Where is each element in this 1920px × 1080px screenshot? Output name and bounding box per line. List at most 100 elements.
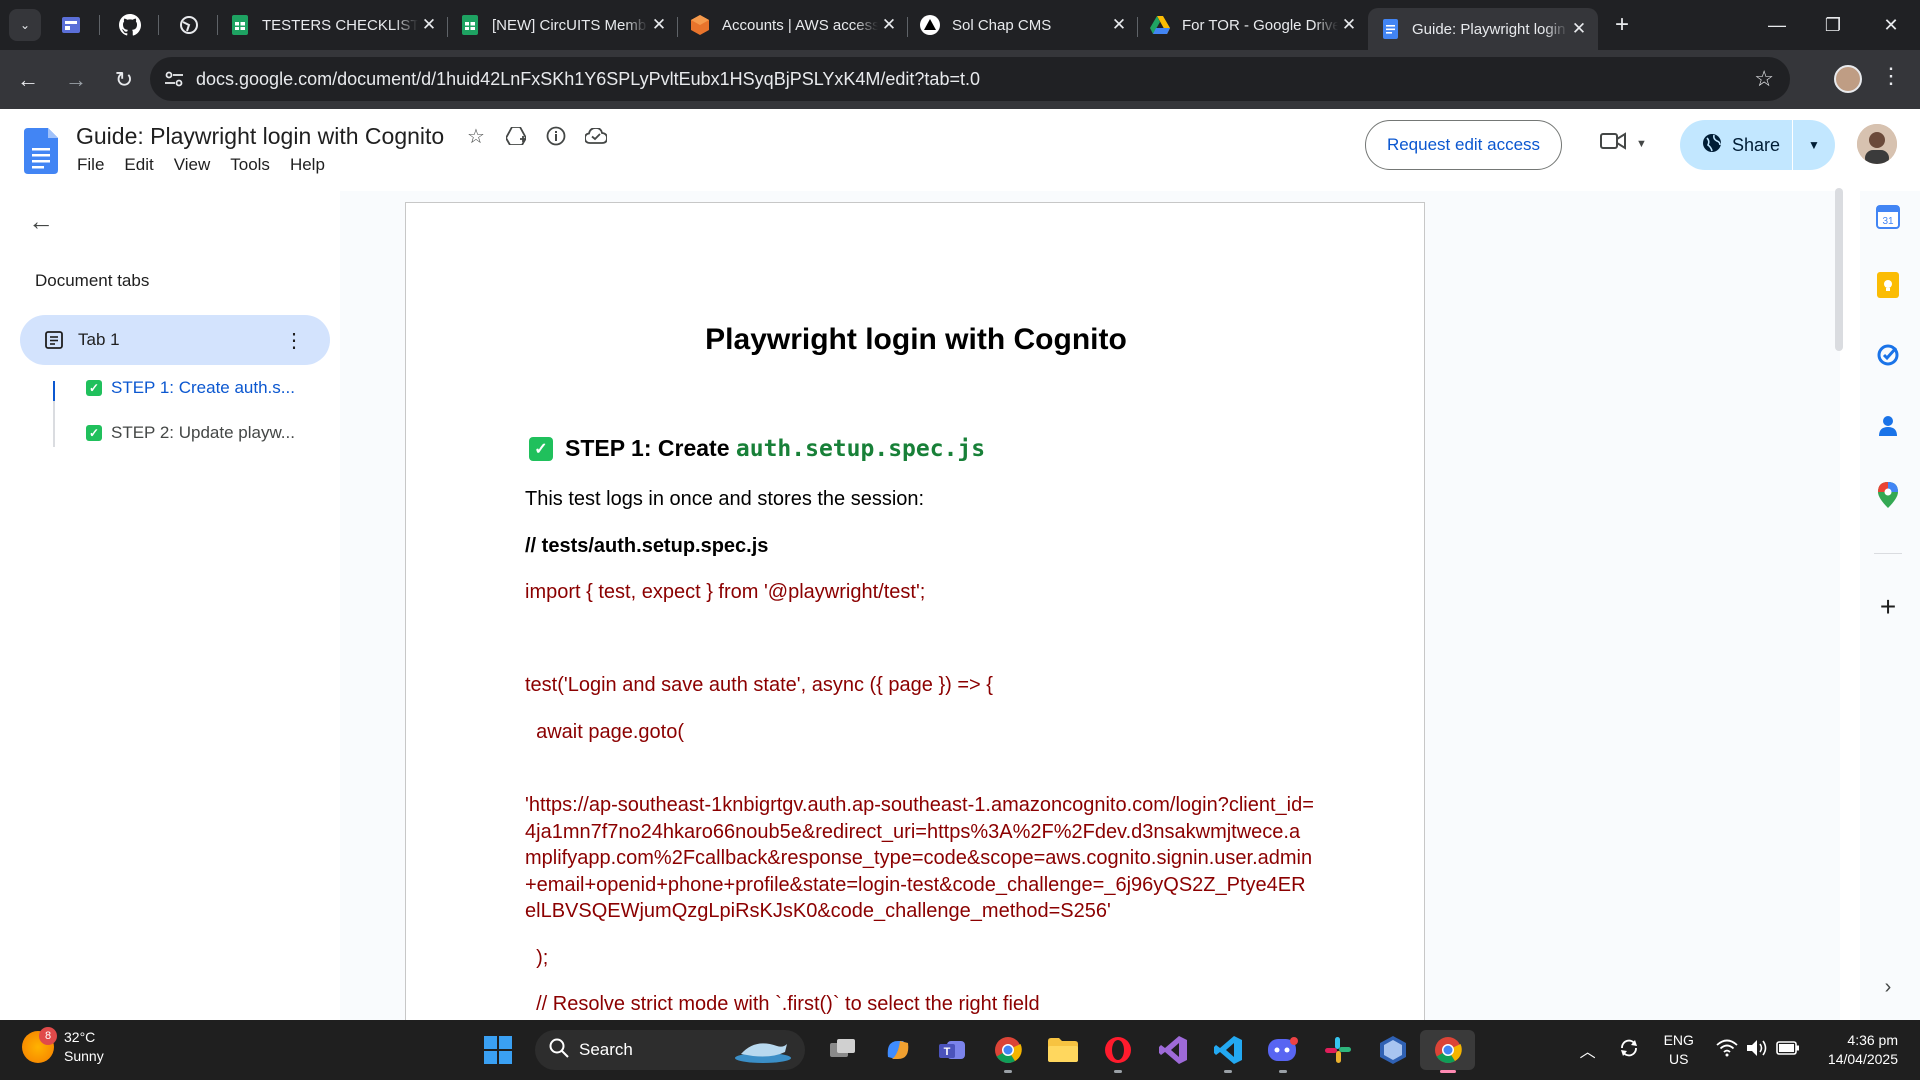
start-button[interactable] <box>470 1030 525 1070</box>
more-vert-icon[interactable]: ⋮ <box>1880 63 1902 89</box>
chrome-active-icon[interactable] <box>1420 1030 1475 1073</box>
docs-logo-icon[interactable] <box>24 128 58 179</box>
task-view-icon[interactable] <box>815 1030 870 1070</box>
share-main[interactable]: Share <box>1680 120 1793 170</box>
vertical-scrollbar[interactable] <box>1835 188 1843 351</box>
tab-search-button[interactable]: ⌄ <box>9 9 41 41</box>
info-icon[interactable] <box>545 125 567 147</box>
outline-item-step1[interactable]: ✓ STEP 1: Create auth.s... <box>86 378 295 398</box>
opera-icon[interactable] <box>1090 1030 1145 1073</box>
add-addon-icon[interactable]: + <box>1874 591 1902 622</box>
wifi-icon[interactable] <box>1716 1039 1738 1062</box>
language-region: US <box>1669 1051 1689 1067</box>
reload-button[interactable]: ↻ <box>104 60 144 100</box>
browser-tab[interactable]: [NEW] CircUITS Memb ✕ <box>448 5 678 45</box>
battery-icon[interactable] <box>1776 1040 1800 1060</box>
doc-tab-1[interactable]: Tab 1 ⋮ <box>20 315 330 365</box>
url-text: docs.google.com/document/d/1huid42LnFxSK… <box>196 68 980 89</box>
more-vert-icon[interactable]: ⋮ <box>284 328 304 353</box>
document-page[interactable]: Playwright login with Cognito ✓ STEP 1: … <box>405 202 1425 1032</box>
outline-item-step2[interactable]: ✓ STEP 2: Update playw... <box>86 423 295 443</box>
menu-edit[interactable]: Edit <box>124 155 153 175</box>
maps-icon[interactable] <box>1874 481 1902 509</box>
meet-button[interactable]: ▼ <box>1600 131 1647 156</box>
search-label: Search <box>579 1040 633 1059</box>
browser-tab[interactable]: For TOR - Google Drive ✕ <box>1138 5 1368 45</box>
new-tab-button[interactable]: + <box>1604 7 1640 43</box>
cloud-saved-icon[interactable] <box>585 125 607 147</box>
language-indicator[interactable]: ENG US <box>1664 1031 1694 1069</box>
forward-button[interactable]: → <box>56 60 96 100</box>
menu-help[interactable]: Help <box>290 155 325 175</box>
pinned-tab-github[interactable] <box>110 5 150 45</box>
triangle-icon <box>920 15 940 35</box>
restore-button[interactable]: ❐ <box>1804 0 1862 50</box>
tab-title: Accounts | AWS access <box>722 16 878 34</box>
browser-tab-active[interactable]: Guide: Playwright login ✕ <box>1368 8 1598 50</box>
menu-tools[interactable]: Tools <box>230 155 270 175</box>
slack-icon[interactable] <box>1310 1030 1365 1070</box>
close-window-button[interactable]: ✕ <box>1862 0 1920 50</box>
virtualbox-icon[interactable] <box>1365 1030 1420 1070</box>
checkbox-check-icon: ✓ <box>86 380 102 396</box>
calendar-icon[interactable]: 31 <box>1874 203 1902 231</box>
close-icon[interactable]: ✕ <box>648 14 670 36</box>
vscode-icon[interactable] <box>1200 1030 1255 1073</box>
star-icon[interactable]: ☆ <box>465 125 487 148</box>
browser-tab[interactable]: Accounts | AWS access ✕ <box>678 5 908 45</box>
close-icon[interactable]: ✕ <box>418 14 440 36</box>
star-bookmark-icon[interactable]: ☆ <box>1754 66 1774 92</box>
contacts-icon[interactable] <box>1874 411 1902 439</box>
close-icon[interactable]: ✕ <box>1568 18 1590 40</box>
sync-icon[interactable] <box>1618 1037 1640 1064</box>
tab-title: For TOR - Google Drive <box>1182 16 1338 34</box>
arrow-left-icon[interactable]: ← <box>28 206 54 237</box>
tab-title: TESTERS CHECKLIST - <box>262 16 418 34</box>
weather-widget[interactable]: 8 32°C Sunny <box>22 1027 104 1066</box>
tab-title: Sol Chap CMS <box>952 16 1052 34</box>
pinned-tab-globe[interactable] <box>169 5 209 45</box>
taskbar-search[interactable]: Search <box>535 1030 805 1070</box>
site-info-icon[interactable] <box>164 70 184 88</box>
share-label: Share <box>1732 134 1781 155</box>
visual-studio-icon[interactable] <box>1145 1030 1200 1070</box>
share-dropdown[interactable]: ▼ <box>1793 138 1835 152</box>
side-apps-panel: 31 + › <box>1860 191 1920 1020</box>
outline-item-label: STEP 2: Update playw... <box>111 423 295 442</box>
chevron-up-icon[interactable]: ︿ <box>1580 1038 1596 1062</box>
pinned-tab-calendar[interactable] <box>51 5 91 45</box>
chevron-right-icon[interactable]: › <box>1874 973 1902 1001</box>
tasks-icon[interactable] <box>1874 341 1902 369</box>
chrome-icon[interactable] <box>980 1030 1035 1073</box>
minimize-button[interactable]: — <box>1748 0 1806 50</box>
browser-tab[interactable]: Sol Chap CMS ✕ <box>908 5 1138 45</box>
teams-icon[interactable]: T <box>925 1030 980 1070</box>
reload-icon: ↻ <box>114 66 134 92</box>
close-icon[interactable]: ✕ <box>878 14 900 36</box>
document-lines-icon <box>44 330 64 350</box>
request-edit-access-button[interactable]: Request edit access <box>1365 120 1562 170</box>
share-button[interactable]: Share ▼ <box>1680 120 1835 170</box>
docs-icon <box>1380 19 1400 39</box>
move-to-drive-icon[interactable] <box>505 125 527 147</box>
clock[interactable]: 4:36 pm 14/04/2025 <box>1828 1031 1898 1069</box>
title-icons: ☆ <box>465 125 607 148</box>
sheets-icon <box>460 15 480 35</box>
discord-icon[interactable] <box>1255 1030 1310 1073</box>
menu-file[interactable]: File <box>77 155 104 175</box>
file-explorer-icon[interactable] <box>1035 1030 1090 1070</box>
menu-view[interactable]: View <box>174 155 211 175</box>
close-icon[interactable]: ✕ <box>1338 14 1360 36</box>
address-bar[interactable]: docs.google.com/document/d/1huid42LnFxSK… <box>150 57 1790 101</box>
profile-avatar[interactable] <box>1834 65 1862 93</box>
copilot-icon[interactable] <box>870 1030 925 1070</box>
keep-icon[interactable] <box>1874 271 1902 299</box>
close-icon[interactable]: ✕ <box>1108 14 1130 36</box>
browser-tab[interactable]: TESTERS CHECKLIST - ✕ <box>218 5 448 45</box>
windows-logo-icon <box>483 1036 512 1064</box>
volume-icon[interactable] <box>1746 1039 1768 1062</box>
account-avatar[interactable] <box>1857 124 1897 164</box>
document-title[interactable]: Guide: Playwright login with Cognito <box>76 123 444 150</box>
step1-heading-text: STEP 1: Create <box>565 435 736 461</box>
back-button[interactable]: ← <box>8 60 48 100</box>
